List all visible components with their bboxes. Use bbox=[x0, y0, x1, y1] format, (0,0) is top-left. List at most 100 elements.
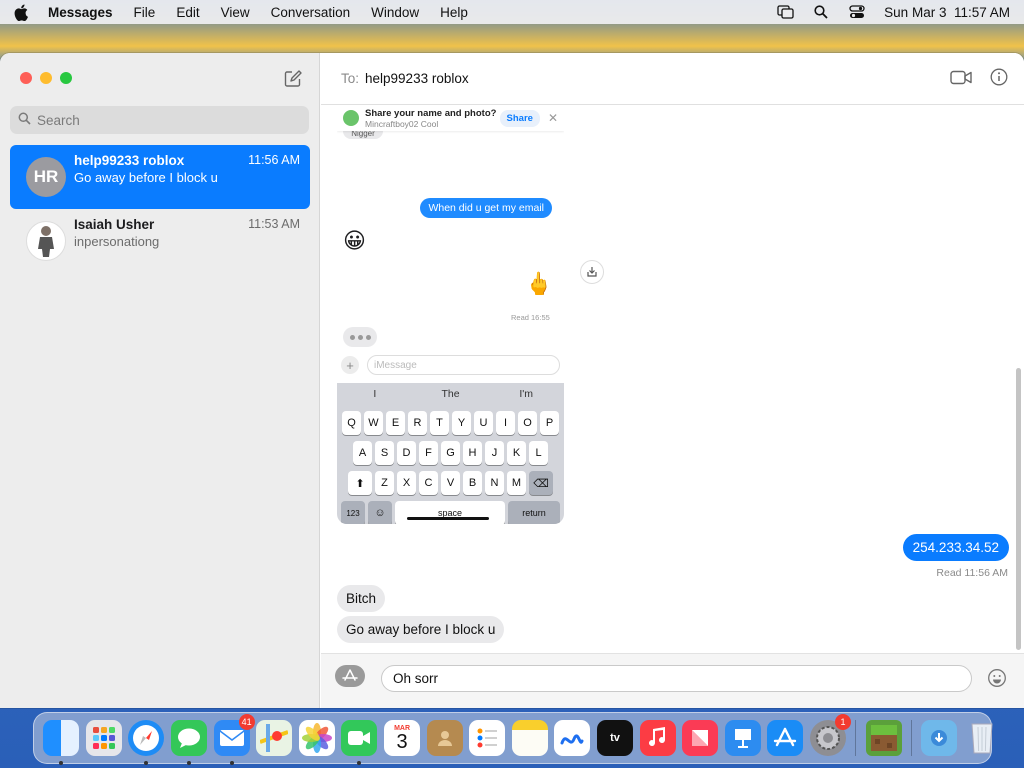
messages-app-icon[interactable] bbox=[171, 720, 208, 765]
screenshot-key: D bbox=[397, 441, 416, 465]
scrollbar[interactable] bbox=[1016, 368, 1021, 650]
reminders-icon[interactable] bbox=[469, 720, 506, 756]
mail-icon[interactable]: 41 bbox=[213, 714, 255, 765]
close-button[interactable] bbox=[20, 72, 32, 84]
menu-conversation[interactable]: Conversation bbox=[271, 5, 351, 20]
screenshot-key: O bbox=[518, 411, 537, 435]
emoji-picker-icon[interactable] bbox=[987, 668, 1007, 688]
conversation-preview: inpersonationg bbox=[74, 234, 160, 249]
minimize-button[interactable] bbox=[40, 72, 52, 84]
screenshot-key: Q bbox=[342, 411, 361, 435]
info-icon[interactable] bbox=[990, 68, 1008, 89]
spotlight-search-icon[interactable] bbox=[812, 4, 830, 20]
mail-badge: 41 bbox=[238, 714, 255, 730]
settings-badge: 1 bbox=[834, 714, 851, 730]
screenshot-input-row: + iMessage bbox=[337, 353, 564, 377]
message-input[interactable]: Oh sorr bbox=[381, 665, 972, 692]
screenshot-numbers-key: 123 bbox=[341, 501, 365, 524]
menu-edit[interactable]: Edit bbox=[176, 5, 199, 20]
screenshot-key: Y bbox=[452, 411, 471, 435]
screenshot-key: R bbox=[408, 411, 427, 435]
control-center-icon[interactable] bbox=[848, 4, 866, 20]
conversation-row-help99233[interactable]: HR help99233 roblox 11:56 AM Go away bef… bbox=[10, 145, 310, 209]
calendar-day: 3 bbox=[396, 730, 408, 753]
music-icon[interactable] bbox=[639, 720, 676, 756]
screenshot-key: X bbox=[397, 471, 416, 495]
minecraft-icon[interactable] bbox=[865, 720, 902, 756]
screen-mirroring-icon[interactable] bbox=[776, 4, 794, 20]
maps-icon[interactable] bbox=[256, 720, 293, 756]
conversation-name: Isaiah Usher bbox=[74, 217, 155, 232]
screenshot-key: K bbox=[507, 441, 526, 465]
avatar-initials: HR bbox=[26, 157, 66, 197]
trash-icon[interactable] bbox=[964, 720, 1000, 756]
screenshot-input-field: iMessage bbox=[367, 355, 560, 375]
facetime-icon[interactable] bbox=[341, 720, 378, 765]
facetime-video-icon[interactable] bbox=[950, 70, 972, 88]
contacts-icon[interactable] bbox=[426, 720, 463, 756]
downloads-folder-icon[interactable] bbox=[921, 720, 958, 756]
screenshot-cut-bubble: Nigger bbox=[343, 131, 383, 139]
menu-file[interactable]: File bbox=[134, 5, 156, 20]
screenshot-key: U bbox=[474, 411, 493, 435]
zoom-button[interactable] bbox=[60, 72, 72, 84]
apple-tv-icon[interactable]: tv bbox=[597, 720, 634, 756]
conversation-row-isaiah[interactable]: Isaiah Usher 11:53 AM inpersonationg bbox=[10, 209, 310, 273]
calendar-icon[interactable]: MAR 3 bbox=[384, 720, 421, 756]
search-icon bbox=[18, 112, 37, 128]
read-receipt: Read 11:56 AM bbox=[936, 567, 1008, 579]
app-store-icon[interactable] bbox=[335, 665, 365, 687]
notes-icon[interactable] bbox=[511, 720, 548, 756]
screenshot-share-pill: Share bbox=[499, 109, 540, 127]
screenshot-return-key: return bbox=[508, 501, 560, 524]
outgoing-message-bubble[interactable]: 254.233.34.52 bbox=[902, 534, 1009, 561]
screenshot-mini-avatar bbox=[343, 110, 359, 126]
screenshot-emoji-gesture: 🖕 bbox=[525, 271, 553, 296]
screenshot-emoji-grin: 😀 bbox=[343, 228, 366, 253]
search-field[interactable]: Search bbox=[10, 106, 309, 134]
incoming-message-bubble[interactable]: Bitch bbox=[337, 585, 386, 612]
apple-menu-icon[interactable] bbox=[14, 3, 30, 21]
screenshot-plus-icon: + bbox=[341, 356, 359, 374]
screenshot-key: N bbox=[485, 471, 504, 495]
screenshot-key: V bbox=[441, 471, 460, 495]
menu-app-name[interactable]: Messages bbox=[48, 5, 113, 20]
screenshot-read-label: Read 16:55 bbox=[511, 313, 550, 322]
freeform-icon[interactable] bbox=[554, 720, 591, 756]
app-store-dock-icon[interactable] bbox=[767, 720, 804, 756]
conversation-time: 11:56 AM bbox=[248, 153, 300, 167]
screenshot-key: B bbox=[463, 471, 482, 495]
screenshot-shift-key: ⬆ bbox=[348, 471, 372, 495]
screenshot-suggestion: The bbox=[441, 388, 460, 400]
screenshot-key-row-3: ⬆ Z X C V B N M ⌫ bbox=[337, 471, 564, 495]
attached-screenshot-image[interactable]: Nigger Share your name and photo? Mincra… bbox=[337, 105, 564, 524]
system-settings-icon[interactable]: 1 bbox=[809, 714, 851, 756]
screenshot-typing-indicator bbox=[343, 327, 377, 347]
menu-help[interactable]: Help bbox=[440, 5, 468, 20]
compose-icon[interactable] bbox=[283, 69, 303, 89]
photos-icon[interactable] bbox=[298, 720, 335, 756]
launchpad-icon[interactable] bbox=[85, 720, 122, 756]
screenshot-suggestion: I bbox=[373, 388, 377, 400]
download-image-icon[interactable] bbox=[580, 260, 604, 284]
news-icon[interactable] bbox=[682, 720, 719, 756]
recipient-name[interactable]: help99233 roblox bbox=[365, 71, 469, 86]
screenshot-close-icon: ✕ bbox=[547, 111, 558, 125]
incoming-message-bubble[interactable]: Go away before I block u bbox=[337, 616, 505, 643]
screenshot-key: A bbox=[353, 441, 372, 465]
menu-clock[interactable]: Sun Mar 3 11:57 AM bbox=[884, 5, 1010, 20]
menu-bar: Messages File Edit View Conversation Win… bbox=[0, 0, 1024, 24]
menu-view[interactable]: View bbox=[221, 5, 250, 20]
screenshot-suggestions: I The I'm bbox=[337, 383, 564, 405]
sidebar: Search HR help99233 roblox 11:56 AM Go a… bbox=[0, 53, 320, 708]
screenshot-key: W bbox=[364, 411, 383, 435]
screenshot-key: P bbox=[540, 411, 559, 435]
screenshot-suggestion: I'm bbox=[519, 388, 534, 400]
menu-window[interactable]: Window bbox=[371, 5, 419, 20]
safari-icon[interactable] bbox=[128, 720, 165, 765]
keynote-icon[interactable] bbox=[724, 720, 761, 756]
finder-icon[interactable] bbox=[43, 720, 80, 765]
composer-bar: Oh sorr bbox=[321, 653, 1024, 708]
screenshot-space-key: space bbox=[395, 501, 505, 524]
dock-separator bbox=[910, 720, 912, 756]
